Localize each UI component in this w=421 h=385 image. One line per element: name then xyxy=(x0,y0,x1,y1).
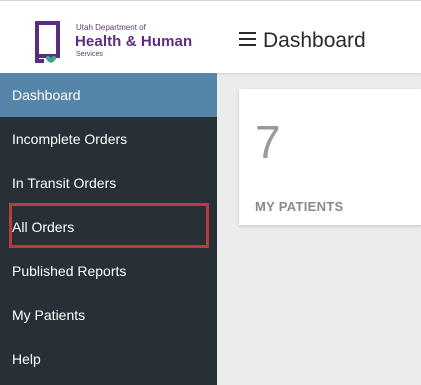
top-bar: Utah Department of Health & Human Servic… xyxy=(0,0,421,73)
page-title: Dashboard xyxy=(263,29,366,52)
my-patients-label: MY PATIENTS xyxy=(255,199,344,214)
logo-text-line1: Utah Department of xyxy=(76,23,146,32)
sidebar-item-label: Published Reports xyxy=(12,263,127,279)
sidebar: Dashboard Incomplete Orders In Transit O… xyxy=(0,73,217,385)
sidebar-item-in-transit-orders[interactable]: In Transit Orders xyxy=(0,161,217,205)
sidebar-item-label: Dashboard xyxy=(12,87,81,103)
sidebar-item-label: Incomplete Orders xyxy=(12,131,128,147)
sidebar-item-label: In Transit Orders xyxy=(12,175,117,191)
my-patients-card[interactable]: 7 MY PATIENTS xyxy=(239,89,421,225)
sidebar-item-incomplete-orders[interactable]: Incomplete Orders xyxy=(0,117,217,161)
logo-text-line2: Health & Human xyxy=(75,33,193,50)
sidebar-item-help[interactable]: Help xyxy=(0,337,217,381)
sidebar-item-all-orders[interactable]: All Orders xyxy=(0,205,217,249)
utah-dhhs-logo[interactable]: Utah Department of Health & Human Servic… xyxy=(34,20,214,68)
sidebar-item-dashboard[interactable]: Dashboard xyxy=(0,73,217,117)
my-patients-count: 7 xyxy=(255,116,281,168)
logo-mark-icon xyxy=(35,21,60,63)
sidebar-item-label: Help xyxy=(12,351,41,367)
sidebar-item-published-reports[interactable]: Published Reports xyxy=(0,249,217,293)
hamburger-menu-icon[interactable] xyxy=(239,32,256,46)
logo-text-line3: Services xyxy=(76,51,103,58)
sidebar-item-label: My Patients xyxy=(12,307,86,323)
sidebar-item-label: All Orders xyxy=(12,219,75,235)
sidebar-item-my-patients[interactable]: My Patients xyxy=(0,293,217,337)
